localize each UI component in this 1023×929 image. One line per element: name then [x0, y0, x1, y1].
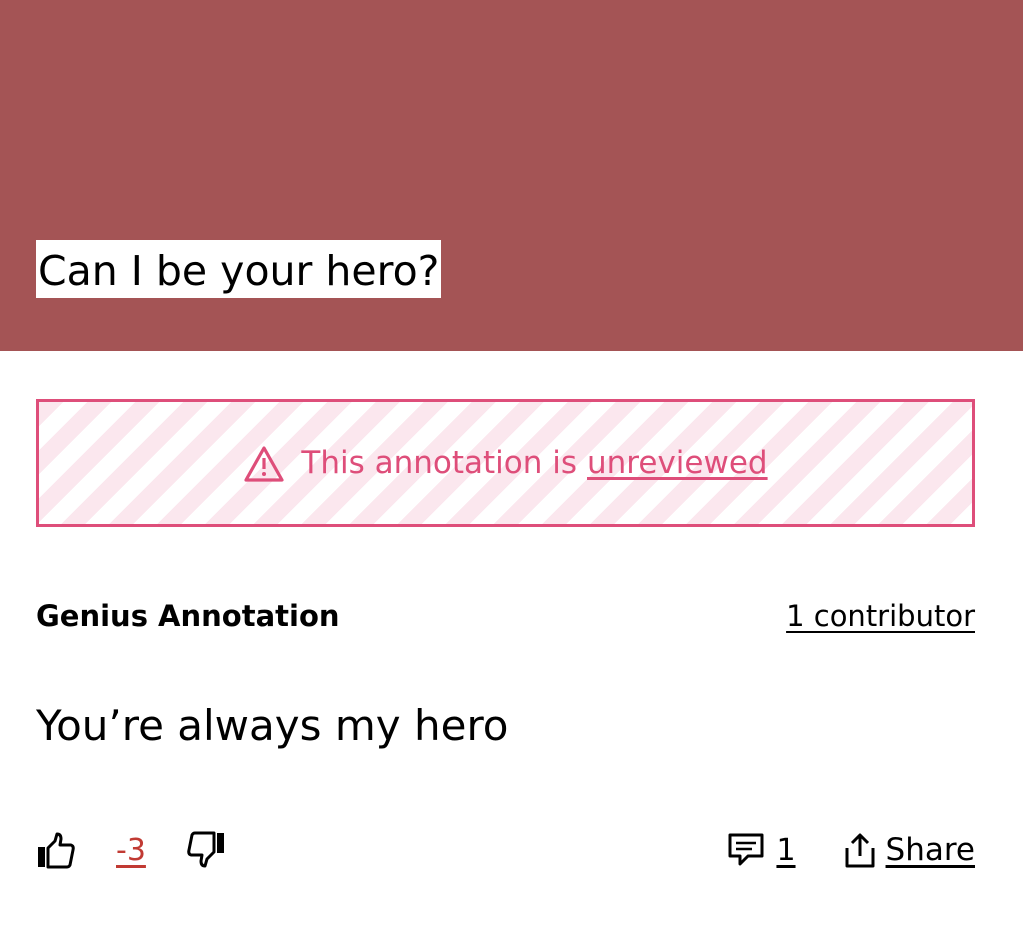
thumbs-down-icon [187, 831, 224, 868]
notice-text: This annotation is [301, 445, 578, 481]
share-button[interactable] [844, 832, 876, 868]
comments-button[interactable] [728, 832, 764, 868]
hero-banner: Can I be your hero? [0, 0, 1023, 351]
annotation-body: You’re always my hero [36, 701, 509, 750]
annotation-actions: -3 1 Share [36, 824, 975, 876]
hero-title: Can I be your hero? [36, 240, 442, 298]
vote-group: -3 [36, 824, 226, 876]
warning-triangle-icon [244, 446, 285, 482]
downvote-button[interactable] [186, 830, 226, 870]
thumbs-up-icon [38, 832, 75, 869]
share-link[interactable]: Share [886, 832, 975, 868]
share-icon [845, 833, 875, 868]
comment-count[interactable]: 1 [776, 833, 795, 868]
unreviewed-link[interactable]: unreviewed [587, 445, 768, 481]
unreviewed-notice: This annotation is unreviewed [36, 399, 975, 527]
upvote-button[interactable] [36, 830, 76, 870]
secondary-actions: 1 Share [728, 824, 975, 876]
contributors-link[interactable]: 1 contributor [786, 599, 975, 633]
vote-count[interactable]: -3 [116, 833, 146, 868]
comment-icon [728, 833, 764, 866]
annotation-meta: Genius Annotation 1 contributor [36, 596, 975, 636]
annotation-source-label: Genius Annotation [36, 599, 340, 633]
